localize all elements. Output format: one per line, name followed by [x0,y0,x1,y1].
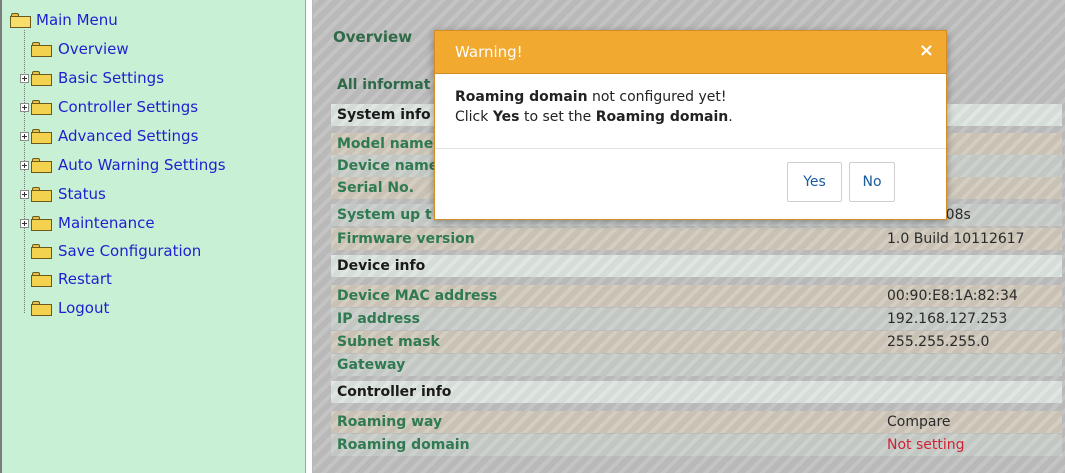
sidebar-item-label: Logout [58,299,110,317]
sidebar-item-controller-settings[interactable]: Controller Settings [20,96,198,118]
warning-dialog: Warning! × Roaming domain not configured… [434,30,947,220]
expand-plus-icon[interactable] [20,189,29,199]
folder-icon [31,215,52,231]
all-information-label: All informat [337,77,431,93]
sidebar-item-restart[interactable]: Restart [20,268,112,290]
message-line-1: Roaming domain not configured yet! [455,87,733,107]
message-text: to set the [519,109,596,125]
dialog-divider [435,148,946,149]
message-emphasis: Roaming domain [595,109,729,125]
info-key: Firmware version [337,231,475,247]
folder-icon [31,99,52,115]
sidebar-item-label: Basic Settings [58,69,165,87]
folder-icon [31,41,52,57]
folder-icon [31,300,52,316]
folder-icon [31,70,52,86]
message-text: Click [455,109,493,125]
sidebar-item-save-configuration[interactable]: Save Configuration [20,240,201,262]
sidebar-item-label: Restart [58,270,112,288]
sidebar-item-overview[interactable]: Overview [20,38,129,60]
no-button[interactable]: No [849,162,895,202]
info-value-warning: Not setting [887,437,965,453]
sidebar-item-maintenance[interactable]: Maintenance [20,212,155,234]
open-folder-icon [10,12,31,28]
yes-button[interactable]: Yes [787,162,842,202]
info-value: 255.255.255.0 [887,334,990,350]
info-key: IP address [337,311,420,327]
dialog-header: Warning! × [435,31,946,74]
page-title: Overview [333,28,413,46]
sidebar-item-logout[interactable]: Logout [20,297,109,319]
sidebar-item-label: Overview [58,40,129,58]
sidebar-item-auto-warning-settings[interactable]: Auto Warning Settings [20,154,226,176]
info-row-roaming-way: Roaming way Compare [331,411,1062,433]
dialog-title: Warning! [455,43,523,61]
sidebar-item-label: Save Configuration [58,242,202,260]
message-text: . [728,109,733,125]
info-row-device-mac-address: Device MAC address 00:90:E8:1A:82:34 [331,285,1062,307]
message-text: not configured yet! [587,89,727,105]
expand-plus-icon[interactable] [20,73,29,83]
tree-root-main-menu[interactable]: Main Menu [10,10,118,30]
info-value: Compare [887,414,951,430]
sidebar-item-label: Auto Warning Settings [58,156,226,174]
message-line-2: Click Yes to set the Roaming domain. [455,107,733,127]
info-row-gateway: Gateway [331,354,1062,376]
info-key: Roaming way [337,414,443,430]
sidebar-item-advanced-settings[interactable]: Advanced Settings [20,125,198,147]
folder-icon [31,271,52,287]
folder-icon [31,128,52,144]
sidebar-menu: Main Menu Overview Basic Settings Contro… [0,0,306,473]
info-row-ip-address: IP address 192.168.127.253 [331,308,1062,330]
message-emphasis: Roaming domain [455,89,588,105]
dialog-message: Roaming domain not configured yet! Click… [455,87,733,127]
info-value: 1.0 Build 10112617 [887,231,1025,247]
message-emphasis: Yes [492,109,520,125]
info-key: Gateway [337,357,406,373]
info-row-roaming-domain: Roaming domain Not setting [331,434,1062,456]
expand-plus-icon[interactable] [20,160,29,170]
sidebar-item-label: Controller Settings [58,98,199,116]
section-label: System info [337,107,431,123]
expand-plus-icon[interactable] [20,218,29,228]
expand-plus-icon[interactable] [20,102,29,112]
main-menu-label: Main Menu [36,11,118,29]
info-key: Device MAC address [337,288,498,304]
sidebar-item-basic-settings[interactable]: Basic Settings [20,67,164,89]
sidebar-item-label: Advanced Settings [58,127,199,145]
folder-icon [31,186,52,202]
folder-icon [31,243,52,259]
section-header-controller-info: Controller info [331,381,1062,403]
section-label: Device info [337,258,426,274]
info-value: 192.168.127.253 [887,311,1008,327]
info-key: Subnet mask [337,334,440,350]
info-value: 00:90:E8:1A:82:34 [887,288,1018,304]
folder-icon [31,157,52,173]
info-row-firmware-version: Firmware version 1.0 Build 10112617 [331,228,1062,250]
section-header-device-info: Device info [331,255,1062,277]
sidebar-item-label: Status [58,185,106,203]
close-icon[interactable]: × [919,40,934,61]
sidebar-item-label: Maintenance [58,214,155,232]
section-label: Controller info [337,384,452,400]
sidebar-item-status[interactable]: Status [20,183,106,205]
info-row-subnet-mask: Subnet mask 255.255.255.0 [331,331,1062,353]
expand-plus-icon[interactable] [20,131,29,141]
info-key: Roaming domain [337,437,470,453]
